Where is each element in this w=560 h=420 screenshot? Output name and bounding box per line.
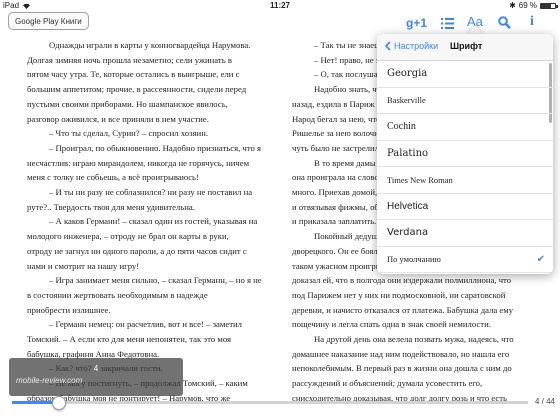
text-line: меня с толку не собьешь, а всё проигрыва… — [27, 172, 199, 183]
text-line: несчастлив: играю мирандолем, никогда не… — [27, 157, 250, 168]
text-line: – Игра занимает меня сильно, – сказал Ге… — [49, 275, 262, 286]
back-to-library-button[interactable]: Google Play Книги — [8, 12, 89, 30]
font-option[interactable]: Baskerville — [377, 88, 553, 114]
clock: 11:27 — [269, 1, 291, 10]
page-count: 4 / 44 — [534, 397, 555, 406]
font-option-label: Cochin — [387, 121, 416, 133]
tooltip-page-number: 4 — [93, 364, 99, 373]
settings-back-button[interactable]: Настройки — [385, 41, 438, 51]
battery-icon — [540, 2, 558, 9]
text-line: – А каков Германн! – сказал один из гост… — [49, 216, 258, 227]
checkmark-icon: ✔ — [536, 253, 545, 265]
table-of-contents-icon[interactable] — [441, 18, 454, 29]
text-line: Долгая зимняя ночь прошла незаметно; сел… — [27, 54, 232, 65]
font-option-label: Georgia — [387, 68, 428, 80]
watermark: mobile-review.com — [16, 376, 83, 385]
status-right: ✱ 69 % — [509, 1, 558, 10]
progress-track[interactable] — [12, 401, 528, 404]
font-option[interactable]: Times New Roman — [377, 167, 553, 194]
text-line: молодого инженера, – отроду не брал он к… — [27, 231, 229, 242]
font-option[interactable]: Helvetica — [377, 194, 553, 220]
font-option-label: Verdana — [387, 227, 429, 239]
text-line: На другой день она велела позвать мужа, … — [314, 334, 514, 345]
settings-back-label: Настройки — [394, 41, 439, 51]
text-line: отроду не загнул ни одного пароли, а до … — [27, 245, 247, 256]
text-line: домашнее наказание над ним подействовало… — [292, 348, 510, 359]
font-option-label: Times New Roman — [387, 174, 453, 185]
text-line: пустыми своими приборами. Но шампанское … — [27, 98, 228, 109]
text-line: нами и смотрит на нашу игру! — [27, 260, 140, 271]
text-line: – Проиграл, по обыкновению. Надобно приз… — [49, 142, 262, 153]
font-list: Georgia Baskerville Cochin Palatino Times Ne… — [377, 61, 553, 274]
font-option[interactable]: Georgia — [377, 61, 553, 88]
text-line: непоколебимым. В первый раз в жизни она … — [292, 363, 512, 374]
font-option-label: Palatino — [387, 147, 429, 159]
text-line: руте?.. Твердость твоя для меня удивител… — [27, 201, 195, 212]
status-bar: iPad 11:27 ✱ 69 % — [0, 0, 560, 12]
text-line: – Что ты сделал, Сурин? – спросил хозяин… — [49, 128, 209, 139]
chevron-left-icon — [385, 41, 391, 51]
left-page: Однажды играли в карты у конногвардейца … — [27, 38, 268, 406]
text-line: деревни, и начисто отказался от платежа.… — [292, 304, 514, 315]
search-icon[interactable] — [498, 16, 511, 29]
text-line: пощечину и легла спать одна в знак своей… — [292, 319, 491, 330]
font-option-label: Helvetica — [387, 200, 429, 212]
popover-title: Шрифт — [450, 41, 483, 51]
font-option[interactable]: Palatino — [377, 141, 553, 167]
text-line: разговор оживился, и все приняли в нем у… — [27, 113, 209, 124]
font-option-label: Baskerville — [387, 95, 426, 106]
text-line: – И ты ни разу не соблазнился? ни разу н… — [49, 187, 253, 198]
popover-header: Настройки Шрифт — [377, 34, 553, 61]
text-line: в состоянии жертвовать необходимым в над… — [27, 289, 208, 300]
bluetooth-icon: ✱ — [509, 1, 516, 10]
text-line: рассуждений и объяснений; думала усовест… — [292, 378, 483, 389]
text-line: пятом часу утра. Те, которые остались в … — [27, 69, 240, 80]
info-icon[interactable]: i — [530, 14, 534, 30]
font-option-label: По умолчанию — [387, 254, 441, 265]
battery-text: 69 % — [518, 1, 537, 10]
text-line: большим аппетитом; прочие, в рассеянност… — [27, 84, 247, 95]
font-option[interactable]: Cochin — [377, 114, 553, 141]
text-line: доказал ей, что в полгода они издержали … — [292, 275, 512, 286]
font-option[interactable]: Verdana — [377, 220, 553, 247]
text-line: Томский. – А если кто для меня непонятен… — [27, 334, 232, 345]
font-option[interactable]: По умолчанию ✔ — [377, 247, 553, 273]
text-line: приобрести излишнее. — [27, 304, 111, 315]
text-line: Однажды играли в карты у конногвардейца … — [49, 40, 251, 50]
text-line: – Германн немец: он расчетлив, вот и все… — [49, 319, 243, 330]
text-line: под Парижем нет у них ни подмосковной, н… — [292, 289, 506, 300]
font-popover: Настройки Шрифт Georgia Baskerville Cochin… — [377, 34, 553, 274]
google-plus-icon[interactable]: g+1 — [406, 16, 427, 30]
progress-slider-knob[interactable] — [51, 396, 66, 410]
